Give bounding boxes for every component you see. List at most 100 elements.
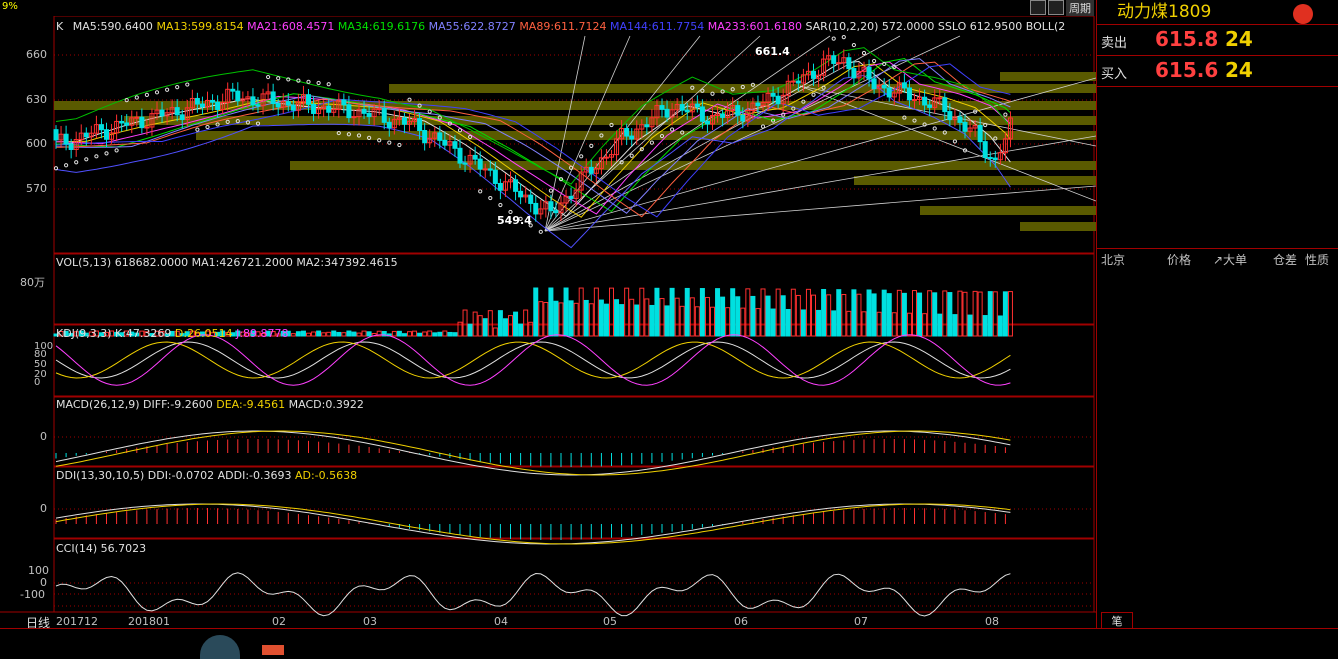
- candle: [472, 154, 478, 160]
- sell-row: 卖出 615.8 24: [1097, 25, 1338, 55]
- candle: [326, 105, 332, 113]
- volume-bar: [992, 291, 998, 337]
- sar-dot: [144, 92, 149, 98]
- cci-tick-neg100: -100: [20, 588, 45, 601]
- volume-bar: [396, 330, 402, 337]
- cci-header: CCI(14) 56.7023: [56, 542, 147, 555]
- volume-bar: [502, 318, 508, 337]
- candle: [664, 108, 670, 118]
- volume-bar: [952, 314, 958, 337]
- trade-col-time: 北京: [1101, 253, 1126, 267]
- date-label: 02: [272, 615, 286, 628]
- price-tick-570: 570: [26, 182, 47, 195]
- prev-button[interactable]: [1030, 0, 1046, 15]
- volume-bar: [770, 308, 776, 337]
- candle: [376, 108, 382, 111]
- candle: [947, 111, 953, 121]
- date-label: 03: [363, 615, 377, 628]
- sar-dot: [64, 163, 69, 168]
- sar-dot: [781, 112, 786, 117]
- candle: [366, 112, 372, 118]
- volume-bar: [467, 323, 473, 337]
- volume-bar: [432, 332, 438, 337]
- volume-bar: [851, 289, 857, 337]
- volume-bar: [932, 292, 938, 337]
- volume-bar: [326, 331, 332, 337]
- tab-ticks[interactable]: 笔: [1101, 612, 1133, 628]
- volume-bar: [609, 287, 614, 337]
- candle: [770, 92, 776, 97]
- addi-value: ADDI:-0.3693: [217, 469, 292, 482]
- support-zone: [1000, 72, 1096, 81]
- next-button[interactable]: [1048, 0, 1064, 15]
- price-tick-630: 630: [26, 93, 47, 106]
- volume-bar: [603, 303, 609, 337]
- candle: [194, 97, 200, 105]
- volume-bar: [659, 298, 665, 337]
- chart-area[interactable]: K MA5:590.6400 MA13:599.8154 MA21:608.45…: [0, 16, 1096, 630]
- candle: [174, 107, 180, 116]
- volume-bar: [558, 302, 564, 337]
- volume-bar: [942, 290, 948, 337]
- sar-dot: [397, 142, 402, 148]
- volume-bar: [720, 296, 726, 337]
- volume-bar: [912, 290, 917, 337]
- volume-bar: [821, 288, 827, 337]
- volume-bar: [497, 310, 503, 337]
- date-label: 04: [494, 615, 508, 628]
- candle: [341, 99, 347, 106]
- candle: [871, 78, 877, 90]
- candle: [922, 96, 928, 106]
- support-zone: [920, 206, 1096, 215]
- candle: [603, 156, 609, 159]
- volume-bar: [356, 332, 362, 337]
- volume-bar: [765, 295, 771, 337]
- sar-dot: [326, 82, 331, 87]
- candle: [179, 114, 185, 121]
- sar-dot: [670, 127, 675, 132]
- candle: [699, 106, 705, 122]
- trade-col-price: 价格: [1167, 253, 1192, 267]
- candle: [104, 129, 109, 140]
- volume-bar: [972, 290, 978, 337]
- period-button[interactable]: 周期: [1066, 0, 1094, 16]
- volume-bar: [306, 332, 311, 337]
- candle: [901, 82, 907, 89]
- candle: [417, 118, 423, 132]
- candle: [487, 168, 493, 171]
- candle: [735, 105, 741, 116]
- circle-icon: [200, 635, 240, 659]
- sar-dot: [114, 148, 119, 153]
- date-label: 05: [603, 615, 617, 628]
- ddi-header: DDI(13,30,10,5) DDI:-0.0702 ADDI:-0.3693…: [56, 469, 357, 482]
- candle: [528, 194, 534, 204]
- candle: [124, 122, 130, 126]
- candle: [513, 179, 519, 192]
- volume-bar: [704, 296, 710, 337]
- macd-diff: DIFF:-9.2600: [143, 398, 213, 411]
- sar-dot: [134, 95, 139, 100]
- candle: [629, 135, 635, 140]
- candle: [381, 108, 387, 123]
- high-annotation: 661.4: [755, 45, 790, 58]
- macd-dea: DEA:-9.4561: [216, 398, 286, 411]
- sar-dot: [94, 154, 99, 159]
- volume-bar: [462, 309, 468, 337]
- candle: [159, 109, 165, 117]
- sar-dot: [154, 90, 160, 95]
- volume-bar: [927, 290, 933, 337]
- chart-canvas: [0, 16, 1096, 617]
- macd-header: MACD(26,12,9) DIFF:-9.2600 DEA:-9.4561 M…: [56, 398, 364, 411]
- candle: [775, 95, 781, 105]
- candle: [497, 182, 503, 191]
- candle: [144, 126, 150, 129]
- logo-icon: [1293, 4, 1313, 24]
- volume-bar: [997, 315, 1003, 337]
- macd-tick-0: 0: [40, 430, 47, 443]
- sar-dot: [427, 109, 432, 114]
- kdj-d: D:26.0514: [174, 327, 233, 340]
- volume-bar: [300, 330, 306, 337]
- volume-bar: [290, 333, 296, 337]
- volume-bar: [901, 292, 907, 337]
- volume-bar: [614, 299, 620, 337]
